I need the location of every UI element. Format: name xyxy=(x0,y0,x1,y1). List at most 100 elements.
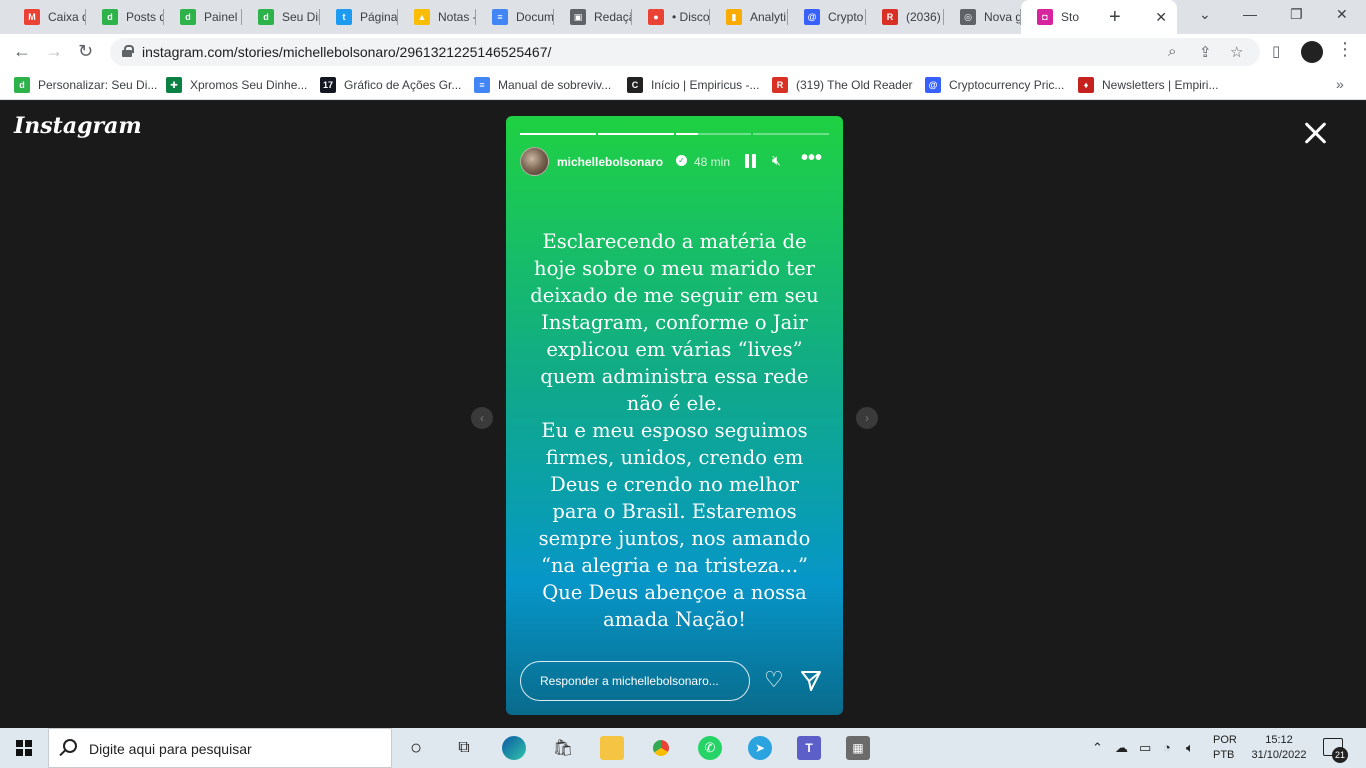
task-view-icon[interactable]: ⧉ xyxy=(452,736,476,760)
tab-label: Nova g xyxy=(984,10,1021,24)
keyboard-layout: PTB xyxy=(1213,749,1235,761)
send-message-icon[interactable] xyxy=(799,669,823,693)
bookmark-label: (319) The Old Reader xyxy=(796,78,913,92)
bookmark-item[interactable]: R (319) The Old Reader xyxy=(772,77,913,93)
browser-tab-strip: M Caixa d d Posts d d Painel d d Seu Din t Página… xyxy=(0,0,1366,34)
bookmark-item[interactable]: ✚ Xpromos Seu Dinhe... xyxy=(166,77,307,93)
tab-label: Painel d xyxy=(204,10,242,24)
profile-avatar[interactable] xyxy=(1301,41,1323,63)
calculator-icon[interactable]: ▦ xyxy=(846,736,870,760)
browser-tab[interactable]: ▲ Notas - xyxy=(398,0,476,34)
story-progress-bars xyxy=(520,133,829,135)
browser-tab[interactable]: d Posts d xyxy=(86,0,164,34)
bookmark-star-icon[interactable]: ☆ xyxy=(1230,43,1243,61)
bookmark-item[interactable]: C Início | Empiricus -... xyxy=(627,77,759,93)
instagram-logo[interactable]: Instagram xyxy=(14,113,142,139)
user-avatar[interactable] xyxy=(520,147,549,176)
reload-icon[interactable]: ↻ xyxy=(78,41,93,62)
whatsapp-icon[interactable]: ✆ xyxy=(698,736,722,760)
taskbar-search-placeholder: Digite aqui para pesquisar xyxy=(89,741,252,757)
browser-toolbar: ← → ↻ instagram.com/stories/michellebols… xyxy=(0,34,1366,70)
mute-icon[interactable]: 🔇︎ xyxy=(772,152,781,169)
address-bar[interactable]: instagram.com/stories/michellebolsonaro/… xyxy=(110,38,1260,66)
battery-icon[interactable]: ▭ xyxy=(1139,740,1151,756)
like-heart-icon[interactable]: ♡ xyxy=(764,669,784,691)
volume-icon[interactable]: 🔈︎ xyxy=(1186,740,1194,756)
close-story-icon[interactable] xyxy=(1302,119,1330,147)
forward-arrow-icon[interactable]: → xyxy=(45,41,63,62)
share-icon[interactable]: ⇪ xyxy=(1199,43,1212,61)
bookmark-item[interactable]: ♦ Newsletters | Empiri... xyxy=(1078,77,1218,93)
bookmark-item[interactable]: d Personalizar: Seu Di... xyxy=(14,77,157,93)
telegram-icon[interactable]: ➤ xyxy=(748,736,772,760)
tab-label: Posts d xyxy=(126,10,164,24)
browser-tab[interactable]: ● • Disco xyxy=(632,0,710,34)
next-story-arrow-icon[interactable]: › xyxy=(856,407,878,429)
reply-input[interactable]: Responder a michellebolsonaro... xyxy=(520,661,750,701)
tab-label: • Disco xyxy=(672,10,710,24)
previous-story-arrow-icon[interactable]: ‹ xyxy=(471,407,493,429)
chrome-menu-icon[interactable]: ⋮ xyxy=(1336,39,1354,60)
browser-tab[interactable]: @ Crypto xyxy=(788,0,866,34)
minimize-button[interactable]: — xyxy=(1243,6,1257,22)
side-panel-icon[interactable]: ▯ xyxy=(1272,42,1280,60)
browser-tab[interactable]: d Seu Din xyxy=(242,0,320,34)
browser-tab[interactable]: R (2036) xyxy=(866,0,944,34)
taskbar-search-box[interactable]: Digite aqui para pesquisar xyxy=(48,728,392,768)
story-progress-segment xyxy=(597,133,674,135)
back-arrow-icon[interactable]: ← xyxy=(13,41,31,62)
browser-tab[interactable]: ▮ Analyti xyxy=(710,0,788,34)
wifi-icon[interactable]: ◔ xyxy=(1163,740,1171,755)
store-icon[interactable]: 🛍︎ xyxy=(551,736,575,760)
browser-tab[interactable]: ≡ Docum xyxy=(476,0,554,34)
tab-close-icon[interactable]: ✕ xyxy=(1155,9,1167,26)
teams-icon[interactable]: T xyxy=(797,736,821,760)
onedrive-icon[interactable]: ☁ xyxy=(1115,740,1128,756)
bookmark-item[interactable]: @ Cryptocurrency Pric... xyxy=(925,77,1064,93)
show-hidden-icons-icon[interactable]: ⌃ xyxy=(1092,740,1103,756)
browser-tab[interactable]: t Página xyxy=(320,0,398,34)
tab-search-button[interactable]: ⌄ xyxy=(1199,6,1211,23)
twitter-icon: t xyxy=(336,9,352,25)
chrome-icon[interactable] xyxy=(649,736,673,760)
browser-tab[interactable]: ◎ Nova g xyxy=(944,0,1021,34)
browser-tab[interactable]: M Caixa d xyxy=(8,0,86,34)
browser-tab[interactable]: ▣ Redaçã xyxy=(554,0,632,34)
story-viewer: Instagram ‹ › michellebolsonaro ✓ 48 min… xyxy=(0,101,1366,728)
zoom-search-icon[interactable]: ⌕ xyxy=(1168,43,1176,60)
seudinheiro-icon: d xyxy=(258,9,274,25)
seudinheiro-icon: d xyxy=(102,9,118,25)
file-explorer-icon[interactable] xyxy=(600,736,624,760)
cortana-icon[interactable]: ○ xyxy=(404,736,428,760)
windows-start-icon[interactable] xyxy=(16,740,32,756)
windows-taskbar: Digite aqui para pesquisar ○ ⧉ 🛍︎ ✆ ➤ T … xyxy=(0,728,1366,768)
story-card[interactable]: michellebolsonaro ✓ 48 min 🔇︎ ••• Esclar… xyxy=(506,116,843,715)
bookmark-label: Início | Empiricus -... xyxy=(651,78,760,92)
bookmarks-overflow-button[interactable]: » xyxy=(1336,76,1344,92)
story-time: 48 min xyxy=(694,155,731,169)
tab-label: Docum xyxy=(516,10,554,24)
new-tab-button[interactable]: + xyxy=(1109,6,1121,29)
story-progress-segment xyxy=(675,133,752,135)
more-options-icon[interactable]: ••• xyxy=(801,147,822,170)
seudinheiro-icon: d xyxy=(14,77,30,93)
browser-tab[interactable]: ◘ Sto ✕ xyxy=(1021,0,1177,34)
bookmark-label: Xpromos Seu Dinhe... xyxy=(190,78,308,92)
url-text[interactable]: instagram.com/stories/michellebolsonaro/… xyxy=(142,44,551,60)
chrome-icon: ◎ xyxy=(960,9,976,25)
bookmark-item[interactable]: ≡ Manual de sobreviv... xyxy=(474,77,611,93)
window-close-button[interactable]: ✕ xyxy=(1336,6,1348,23)
language-indicator[interactable]: POR PTB xyxy=(1213,733,1237,763)
clock-time: 15:12 xyxy=(1265,734,1293,746)
restore-button[interactable]: ❐ xyxy=(1290,6,1303,23)
lock-icon[interactable] xyxy=(122,45,134,57)
story-username[interactable]: michellebolsonaro xyxy=(557,155,663,169)
pause-icon[interactable] xyxy=(745,154,757,168)
bookmark-label: Cryptocurrency Pric... xyxy=(949,78,1065,92)
taskbar-clock[interactable]: 15:12 31/10/2022 xyxy=(1248,733,1310,763)
edge-icon[interactable] xyxy=(502,736,526,760)
bookmarks-bar: » d Personalizar: Seu Di... ✚ Xpromos Seu D… xyxy=(0,70,1366,100)
story-header: michellebolsonaro ✓ 48 min 🔇︎ ••• xyxy=(520,147,829,176)
browser-tab[interactable]: d Painel d xyxy=(164,0,242,34)
bookmark-item[interactable]: 17 Gráfico de Ações Gr... xyxy=(320,77,461,93)
